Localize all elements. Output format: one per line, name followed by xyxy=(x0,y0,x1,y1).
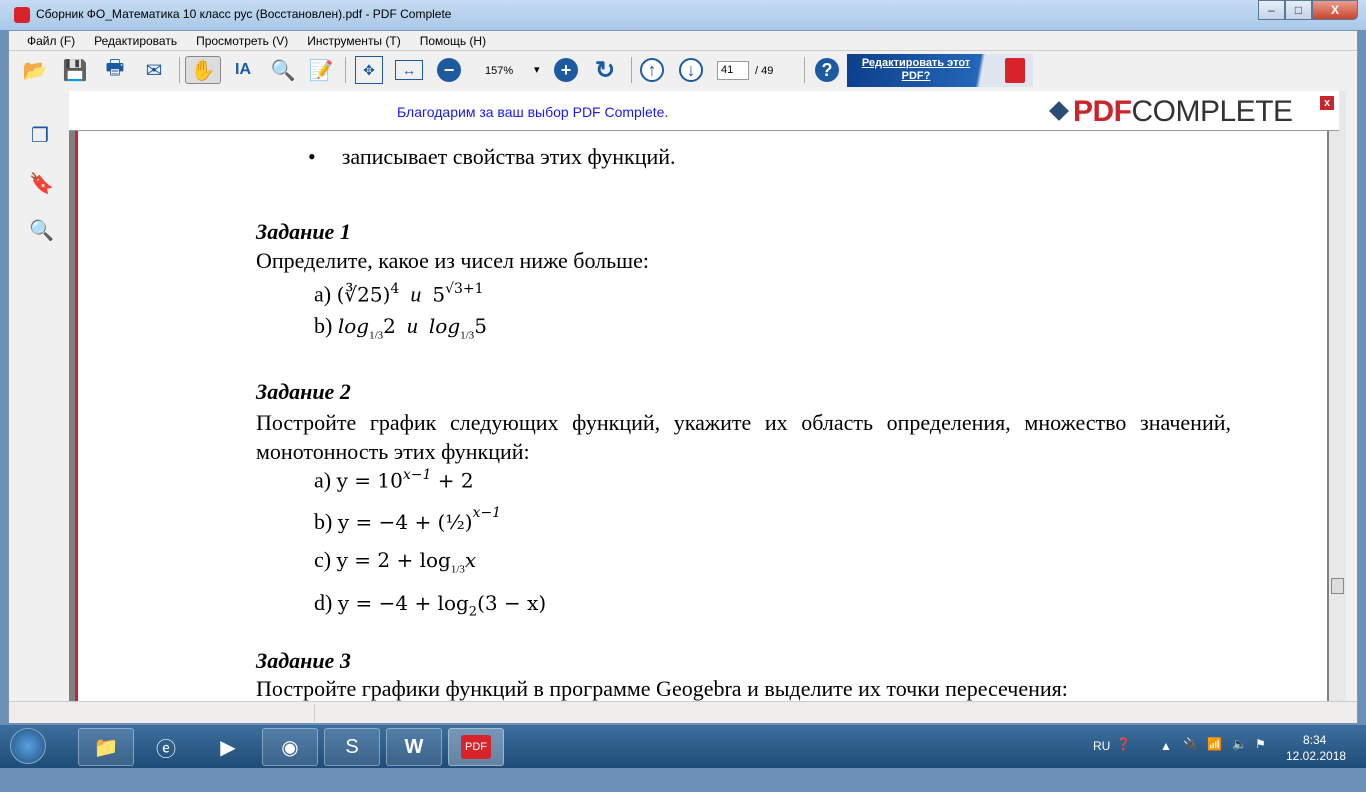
toolbar: 📂 💾 🖶 ✉ ✋ IA 🔍 📝 ✥ ↔ − 157% ▾ + ↻ ↑ ↓ 41… xyxy=(9,51,1357,89)
pages-icon[interactable]: ❐ xyxy=(29,123,51,147)
menu-help[interactable]: Помощь (H) xyxy=(420,31,486,50)
sidebar: ❐ 🔖 🔍 xyxy=(9,91,69,701)
task2-item-b: b) y = −4 + (½)x−1 xyxy=(314,505,502,534)
ie-taskbar-icon[interactable]: ⓔ xyxy=(138,728,194,766)
banner-close-button[interactable]: x xyxy=(1320,96,1334,110)
show-hidden-icons[interactable]: ▲ xyxy=(1160,739,1172,782)
start-button[interactable] xyxy=(10,728,46,764)
menu-edit[interactable]: Редактировать xyxy=(94,31,177,50)
skype-taskbar-icon[interactable]: S xyxy=(324,728,380,766)
document-viewer: • записывает свойства этих функций. Задан… xyxy=(69,91,1346,701)
chrome-taskbar-icon[interactable]: ◉ xyxy=(262,728,318,766)
action-center-flag-icon[interactable]: ⚑ xyxy=(1255,737,1266,780)
menu-bar: Файл (F) Редактировать Просмотреть (V) И… xyxy=(9,31,1357,51)
open-folder-icon[interactable]: 📂 xyxy=(21,56,49,84)
media-player-taskbar-icon[interactable]: ▶ xyxy=(200,728,256,766)
minimize-button[interactable]: – xyxy=(1258,0,1285,20)
taskbar: 📁 ⓔ ▶ ◉ S W PDF RU ❓ ▲ 🔌 📶 🔈 ⚑ 8:34 12.0… xyxy=(0,725,1366,768)
pdfcomplete-logo: PDFCOMPLETE xyxy=(1049,95,1293,129)
task1-text: Определите, какое из чисел ниже больше: xyxy=(256,248,649,273)
task1-title: Задание 1 xyxy=(256,219,351,244)
zoom-in-button[interactable]: + xyxy=(552,56,580,84)
previous-page-button[interactable]: ↑ xyxy=(638,56,666,84)
vertical-scrollbar[interactable] xyxy=(1329,91,1346,701)
task2-title: Задание 2 xyxy=(256,379,351,404)
search-icon[interactable]: 🔍 xyxy=(29,218,54,242)
promo-banner: Благодарим за ваш выбор PDF Complete. PD… xyxy=(69,91,1339,131)
fit-width-icon[interactable]: ↔ xyxy=(395,60,423,80)
task2-item-d: d) y = −4 + log2(3 − x) xyxy=(314,590,547,620)
scrollbar-thumb[interactable] xyxy=(1331,578,1344,594)
language-indicator[interactable]: RU xyxy=(1093,739,1110,782)
menu-file[interactable]: Файл (F) xyxy=(27,31,75,50)
zoom-dropdown-icon[interactable]: ▾ xyxy=(534,63,540,76)
menu-view[interactable]: Просмотреть (V) xyxy=(196,31,288,50)
print-icon[interactable]: 🖶 xyxy=(101,56,129,84)
bookmark-icon[interactable]: 🔖 xyxy=(29,171,54,195)
task2-item-c: c) y = 2 + log1/3x xyxy=(314,547,477,576)
zoom-tool-icon[interactable]: 🔍 xyxy=(269,56,297,84)
app-window: Файл (F) Редактировать Просмотреть (V) И… xyxy=(8,30,1358,723)
zoom-out-button[interactable]: − xyxy=(435,56,463,84)
help-button[interactable]: ? xyxy=(813,56,841,84)
hand-tool-icon[interactable]: ✋ xyxy=(185,56,221,84)
pdf-icon xyxy=(1005,58,1025,83)
status-bar xyxy=(9,701,1357,723)
pdf-page: • записывает свойства этих функций. Задан… xyxy=(75,91,1327,701)
volume-icon[interactable]: 🔈 xyxy=(1232,737,1247,780)
task2-text: Постройте график следующих функций, укаж… xyxy=(256,410,1231,464)
close-button[interactable]: X xyxy=(1312,0,1358,20)
banner-message[interactable]: Благодарим за ваш выбор PDF Complete. xyxy=(397,104,668,120)
edit-pdf-button[interactable]: Редактировать этот PDF? xyxy=(847,54,1033,87)
word-taskbar-icon[interactable]: W xyxy=(386,728,442,766)
title-bar: Сборник ФО_Математика 10 класс рус (Восс… xyxy=(0,0,1366,30)
clock-date[interactable]: 12.02.2018 xyxy=(1286,749,1346,792)
explorer-taskbar-icon[interactable]: 📁 xyxy=(78,728,134,766)
page-number-input[interactable]: 41 xyxy=(717,61,749,80)
text-select-icon[interactable]: IA xyxy=(229,56,257,84)
page-total: / 49 xyxy=(755,65,774,77)
next-page-button[interactable]: ↓ xyxy=(677,56,705,84)
task3-title: Задание 3 xyxy=(256,648,351,673)
task1-item-b: b) log1/32 и log1/35 xyxy=(314,313,487,342)
fit-page-icon[interactable]: ✥ xyxy=(355,56,383,84)
help-tray-icon[interactable]: ❓ xyxy=(1116,737,1131,780)
power-icon[interactable]: 🔌 xyxy=(1183,737,1198,780)
zoom-level[interactable]: 157% xyxy=(485,65,513,77)
window-title: Сборник ФО_Математика 10 класс рус (Восс… xyxy=(36,7,452,21)
save-icon[interactable]: 💾 xyxy=(61,56,89,84)
menu-tools[interactable]: Инструменты (T) xyxy=(307,31,400,50)
annotate-icon[interactable]: 📝 xyxy=(307,56,335,84)
network-icon[interactable]: 📶 xyxy=(1207,737,1222,780)
app-icon xyxy=(14,7,30,23)
task3-text: Постройте графики функций в программе Ge… xyxy=(256,676,1068,701)
maximize-button[interactable]: □ xyxy=(1285,0,1312,20)
bullet-item: • записывает свойства этих функций. xyxy=(308,144,676,169)
pdf-complete-taskbar-icon[interactable]: PDF xyxy=(448,728,504,766)
task2-item-a: a) y = 10x−1 + 2 xyxy=(314,467,474,493)
email-icon[interactable]: ✉ xyxy=(140,56,168,84)
rotate-icon[interactable]: ↻ xyxy=(591,56,619,84)
task1-item-a: a) (∛25)4 и 5√3+1 xyxy=(314,281,484,307)
